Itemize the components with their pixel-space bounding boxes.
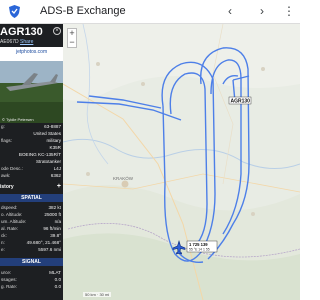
detail-row: Stratotanker xyxy=(35,159,61,164)
aircraft-photo-image xyxy=(0,47,63,123)
zoom-control: + − xyxy=(67,28,77,48)
forward-arrow-icon[interactable]: › xyxy=(254,3,270,19)
signal-row: ssages: 0.0 xyxy=(1,277,61,282)
detail-row: ode Desc.: L4J xyxy=(1,166,61,171)
detail-row: awk: 6362 xyxy=(1,173,61,178)
spatial-list: dspeed: 382 kt o. Altitude: 25000 ft um. A… xyxy=(0,205,63,254)
spatial-row: o. Altitude: 25000 ft xyxy=(1,212,61,217)
detail-row: United States xyxy=(33,131,61,136)
detail-row: flags: military xyxy=(1,138,61,143)
aircraft-tag-line-1: 1 725 139 xyxy=(189,242,208,247)
history-label: istory xyxy=(0,184,14,190)
details-list: g: 63-8887 United States flags: military K… xyxy=(0,124,63,180)
signal-row: g. Rate: 0.0 xyxy=(1,284,61,289)
photo-credit: © Tyldle Petersen xyxy=(2,117,34,122)
close-panel-icon[interactable]: × xyxy=(53,27,61,35)
spatial-row: al. Rate: 96 ft/min xyxy=(1,226,61,231)
callsign-label: AGR130 xyxy=(0,26,43,38)
app-title: ADS-B Exchange xyxy=(40,5,126,17)
zoom-out-button[interactable]: − xyxy=(68,38,76,47)
spatial-row: ck: 39.8° xyxy=(1,233,61,238)
spatial-row: e: 5597.6 nmi xyxy=(1,247,61,252)
detail-row: g: 63-8887 xyxy=(1,124,61,129)
aircraft-tag-line-2: 55 °E 14 1 55 xyxy=(189,248,210,252)
spatial-section-bar[interactable]: SPATIAL xyxy=(0,194,63,202)
share-link[interactable]: Share xyxy=(20,39,33,45)
hex-row: AE067D Share xyxy=(0,39,33,45)
aircraft-label: AGR130 xyxy=(231,99,251,105)
app-bar: ADS-B Exchange ‹ › ⋮ xyxy=(0,0,300,24)
signal-list: urce: MLAT ssages: 0.0 g. Rate: 0.0 xyxy=(0,270,63,291)
back-arrow-icon[interactable]: ‹ xyxy=(222,3,238,19)
signal-section-bar[interactable]: SIGNAL xyxy=(0,258,63,266)
adsb-shield-icon xyxy=(9,5,20,23)
map-scale: 50 km · 30 mi xyxy=(83,292,112,297)
detail-row: K35R xyxy=(49,145,62,150)
more-vert-icon[interactable]: ⋮ xyxy=(281,3,297,19)
spatial-row: n: 49.680°, 21.468° xyxy=(1,240,61,245)
city-label: KRAKÓW xyxy=(113,175,134,181)
aircraft-info-panel: AGR130 × AE067D Share jetphotos.com © Ty… xyxy=(0,24,63,300)
detail-row: BOEING KC-135R/T xyxy=(18,152,61,157)
flight-map[interactable]: KRAKÓW AGR130 1 725 139 55 °E 14 1 55 + … xyxy=(63,24,300,300)
signal-row: urce: MLAT xyxy=(1,270,61,275)
photo-site-link[interactable]: jetphotos.com xyxy=(16,49,47,55)
map-canvas: KRAKÓW AGR130 1 725 139 55 °E 14 1 55 xyxy=(63,24,300,300)
expand-plus-icon[interactable]: + xyxy=(57,183,61,190)
hex-code: AE067D xyxy=(0,39,19,45)
aircraft-photo[interactable]: jetphotos.com © Tyldle Petersen xyxy=(0,47,63,123)
history-header[interactable]: istory + xyxy=(0,183,63,192)
spatial-row: um. Altitude: n/a xyxy=(1,219,61,224)
spatial-row: dspeed: 382 kt xyxy=(1,205,61,210)
